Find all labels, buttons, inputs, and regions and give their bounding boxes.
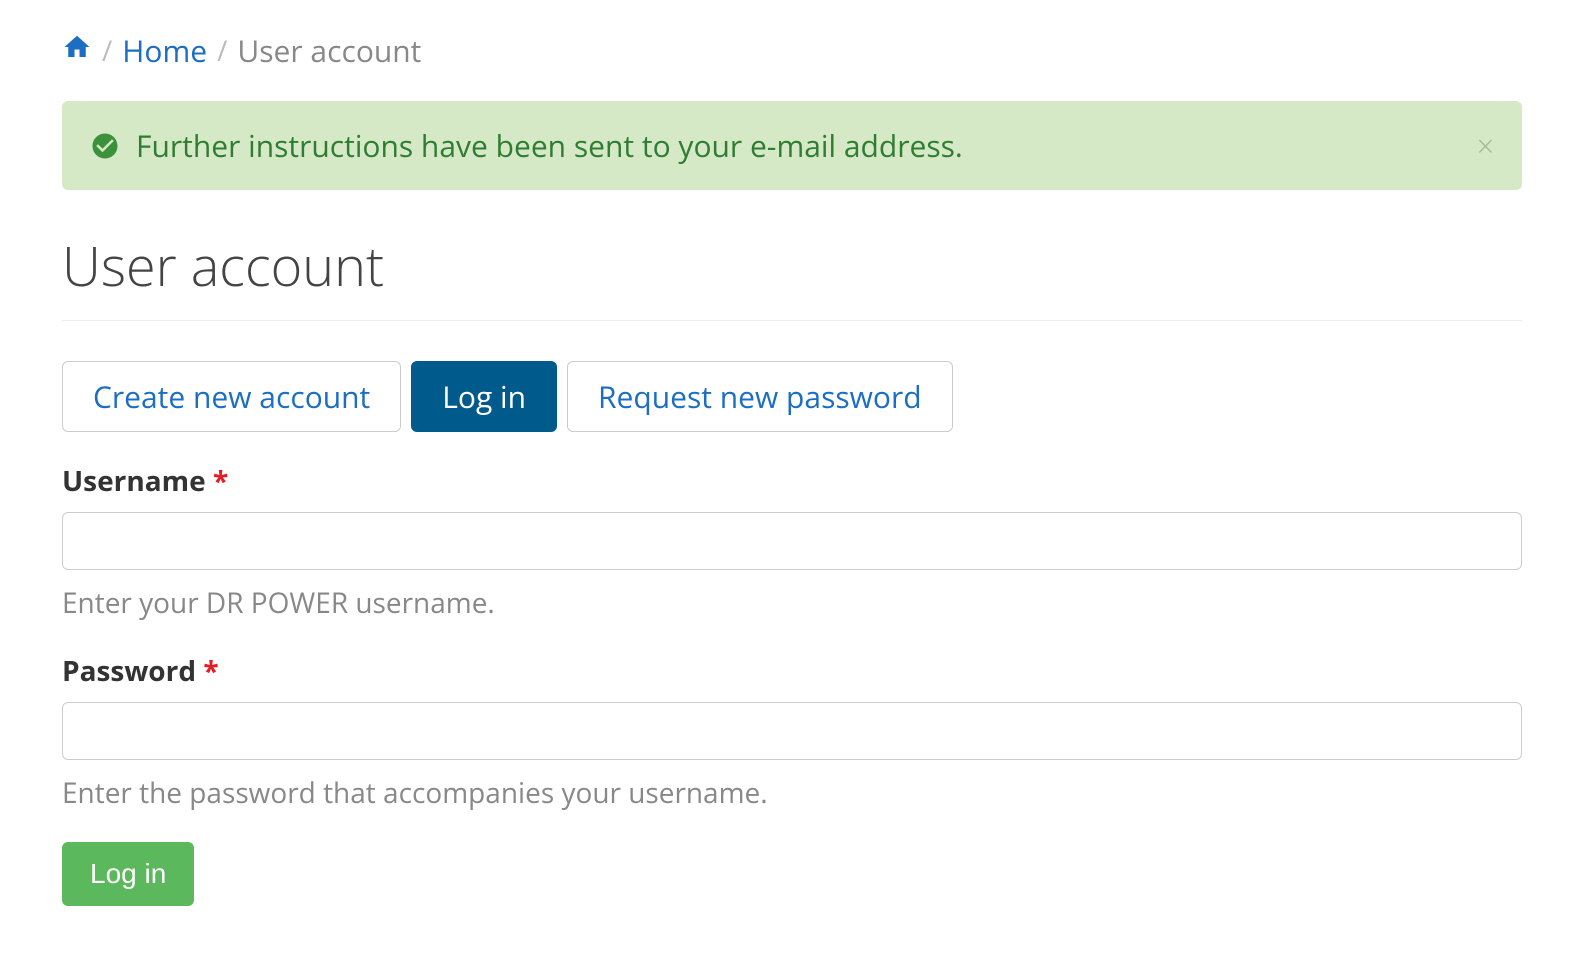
home-icon: [62, 30, 92, 60]
breadcrumb-home-link[interactable]: Home: [122, 30, 207, 71]
tabs: Create new account Log in Request new pa…: [62, 361, 1522, 432]
username-input[interactable]: [62, 512, 1522, 570]
tab-login[interactable]: Log in: [411, 361, 557, 432]
username-label: Username *: [62, 462, 1522, 500]
password-label-text: Password: [62, 652, 196, 690]
breadcrumb-separator: /: [102, 32, 112, 70]
required-indicator: *: [203, 652, 218, 690]
form-group-username: Username * Enter your DR POWER username.: [62, 462, 1522, 622]
close-icon[interactable]: ×: [1477, 125, 1494, 166]
password-label: Password *: [62, 652, 1522, 690]
breadcrumb: / Home / User account: [62, 20, 1522, 101]
tab-request-password[interactable]: Request new password: [567, 361, 953, 432]
username-help-text: Enter your DR POWER username.: [62, 584, 1522, 622]
tab-create-account[interactable]: Create new account: [62, 361, 401, 432]
title-divider: [62, 320, 1522, 321]
password-help-text: Enter the password that accompanies your…: [62, 774, 1522, 812]
alert-message: Further instructions have been sent to y…: [136, 125, 963, 166]
breadcrumb-separator: /: [217, 32, 227, 70]
breadcrumb-current: User account: [237, 30, 421, 71]
required-indicator: *: [213, 462, 228, 500]
page-title: User account: [62, 228, 1522, 302]
password-input[interactable]: [62, 702, 1522, 760]
alert-content: Further instructions have been sent to y…: [90, 125, 963, 166]
home-icon-link[interactable]: [62, 30, 92, 71]
login-button[interactable]: Log in: [62, 842, 194, 906]
alert-success: Further instructions have been sent to y…: [62, 101, 1522, 190]
username-label-text: Username: [62, 462, 206, 500]
check-circle-icon: [90, 131, 120, 161]
form-group-password: Password * Enter the password that accom…: [62, 652, 1522, 812]
